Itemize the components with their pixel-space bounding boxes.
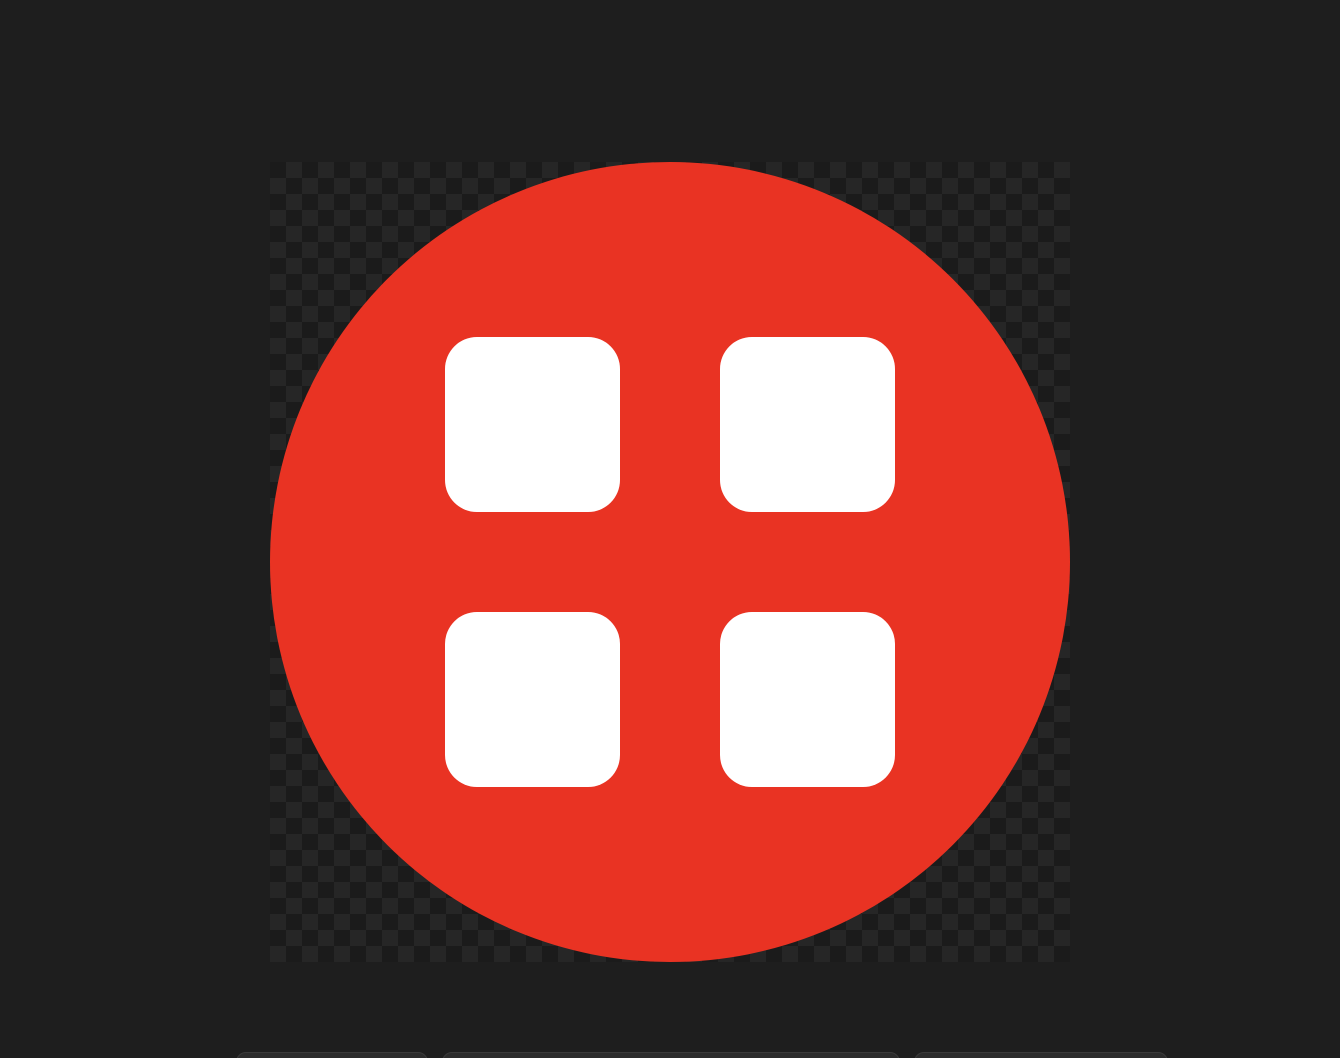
right-toolbar-button[interactable] xyxy=(914,1052,1168,1058)
grid-square-top-left xyxy=(445,337,620,512)
center-toolbar-button[interactable] xyxy=(442,1052,900,1058)
image-canvas[interactable] xyxy=(270,162,1070,962)
left-toolbar-button[interactable] xyxy=(236,1052,428,1058)
apps-grid-icon xyxy=(270,162,1070,962)
grid-square-bottom-right xyxy=(720,612,895,787)
bottom-toolbar xyxy=(0,1050,1340,1058)
grid-square-top-right xyxy=(720,337,895,512)
red-circle-background xyxy=(270,162,1070,962)
image-viewer xyxy=(0,0,1340,1058)
grid-square-bottom-left xyxy=(445,612,620,787)
